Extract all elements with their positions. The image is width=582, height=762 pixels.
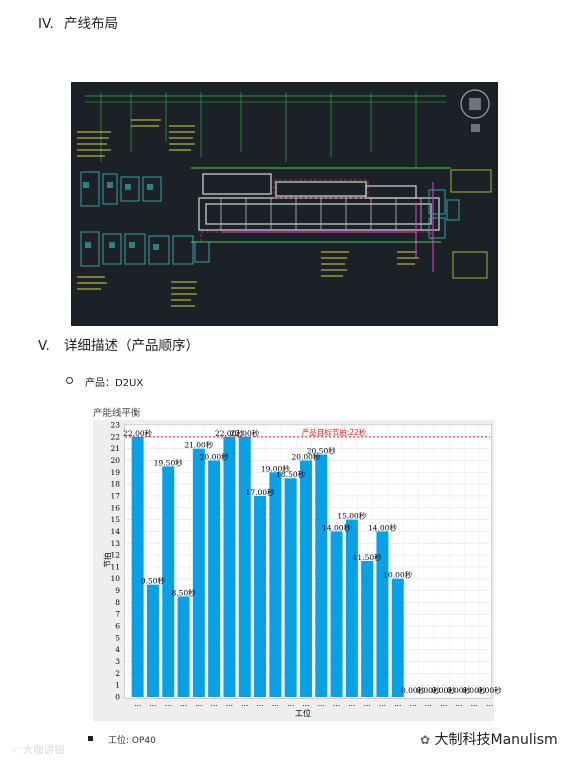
- x-tick-label: ...: [455, 699, 462, 708]
- y-tick-label: 14: [110, 527, 120, 536]
- bar: [238, 436, 251, 697]
- bar: [254, 495, 267, 697]
- watermark-left: ☞ 大咖讲银: [10, 742, 65, 757]
- watermark-right: ✿ 大制科技Manulism: [420, 729, 558, 749]
- bar: [131, 436, 144, 697]
- y-tick-label: 7: [115, 610, 120, 619]
- bar: [223, 436, 236, 697]
- y-tick-label: 5: [115, 633, 120, 642]
- bar: [208, 460, 221, 697]
- x-tick-label: ...: [256, 699, 263, 708]
- x-tick-label: ...: [471, 699, 478, 708]
- x-tick-label: ...: [195, 699, 202, 708]
- y-tick-label: 0: [115, 693, 120, 702]
- y-tick-label: 2: [115, 669, 120, 678]
- y-tick-label: 8: [115, 598, 120, 607]
- y-tick-label: 20: [110, 456, 120, 465]
- x-tick-label: ...: [409, 699, 416, 708]
- x-tick-label: ...: [165, 699, 172, 708]
- x-tick-label: ...: [287, 699, 294, 708]
- bar-chart: 01234567891011121314151617181920212223 2…: [102, 421, 502, 719]
- bar-value-label: 19.50秒: [154, 457, 183, 467]
- watermark-right-text: 大制科技Manulism: [434, 732, 558, 748]
- x-tick-label: ...: [149, 699, 156, 708]
- y-tick-label: 3: [115, 657, 120, 666]
- y-tick-label: 17: [110, 491, 120, 500]
- y-tick-label: 21: [110, 444, 120, 453]
- y-tick-label: 15: [110, 515, 120, 524]
- x-tick-label: ...: [134, 699, 141, 708]
- y-tick-label: 6: [115, 622, 120, 631]
- x-tick-label: ...: [425, 699, 432, 708]
- watermark-logo-icon: ☞: [10, 744, 20, 756]
- target-takt-label: 产品目标节拍:22秒: [302, 427, 367, 437]
- x-tick-label: ...: [302, 699, 309, 708]
- x-tick-label: ...: [440, 699, 447, 708]
- bar: [299, 460, 312, 697]
- bar: [146, 584, 159, 697]
- watermark-left-text: 大咖讲银: [22, 744, 65, 756]
- bar: [269, 472, 282, 697]
- station-label: 工位: OP40: [108, 736, 156, 746]
- x-tick-label: ...: [318, 699, 325, 708]
- bar-value-label: 17.00秒: [246, 487, 275, 497]
- x-tick-label: ...: [394, 699, 401, 708]
- x-tick-label: ...: [364, 699, 371, 708]
- y-tick-label: 19: [110, 468, 120, 477]
- bar-value-label: 14.00秒: [368, 522, 397, 532]
- y-tick-label: 10: [110, 574, 120, 583]
- x-tick-label: ...: [348, 699, 355, 708]
- bar: [192, 448, 205, 697]
- bar-value-label: 11.50秒: [353, 552, 382, 562]
- y-tick-label: 9: [115, 586, 120, 595]
- bar-value-label: 8.50秒: [171, 587, 196, 597]
- x-tick-label: ...: [211, 699, 218, 708]
- y-tick-label: 22: [110, 432, 120, 441]
- y-tick-label: 23: [110, 421, 120, 430]
- bar-value-label: 18.50秒: [276, 469, 305, 479]
- bar-value-label: 15.00秒: [337, 511, 366, 521]
- wechat-icon: ✿: [420, 733, 431, 747]
- bar: [284, 478, 297, 697]
- bar-value-label: 9.50秒: [141, 576, 166, 586]
- x-tick-label: ...: [180, 699, 187, 708]
- bar: [345, 519, 358, 697]
- bar: [391, 578, 404, 697]
- y-tick-label: 18: [110, 480, 120, 489]
- x-axis-label: 工位: [295, 708, 311, 718]
- bar-value-label: 10.00秒: [383, 570, 412, 580]
- x-tick-label: ...: [333, 699, 340, 708]
- bar-value-label: 0.00秒: [477, 685, 502, 695]
- bar: [361, 561, 374, 697]
- x-tick-label: ...: [226, 699, 233, 708]
- y-tick-label: 1: [115, 681, 120, 690]
- bullet-square-icon: [88, 736, 93, 741]
- y-axis-label: 节拍: [102, 553, 112, 568]
- x-tick-label: ...: [272, 699, 279, 708]
- bar: [177, 596, 190, 697]
- bar-value-label: 21.00秒: [184, 440, 213, 450]
- x-tick-label: ...: [379, 699, 386, 708]
- y-tick-label: 4: [115, 645, 120, 654]
- y-tick-label: 13: [110, 539, 120, 548]
- bar-value-label: 20.50秒: [307, 446, 336, 456]
- bar: [330, 531, 343, 697]
- bar: [315, 454, 328, 697]
- x-tick-label: ...: [486, 699, 493, 708]
- y-tick-label: 16: [110, 503, 120, 512]
- bar-value-label: 20.00秒: [200, 451, 229, 461]
- bar-value-label: 14.00秒: [322, 522, 351, 532]
- x-tick-label: ...: [241, 699, 248, 708]
